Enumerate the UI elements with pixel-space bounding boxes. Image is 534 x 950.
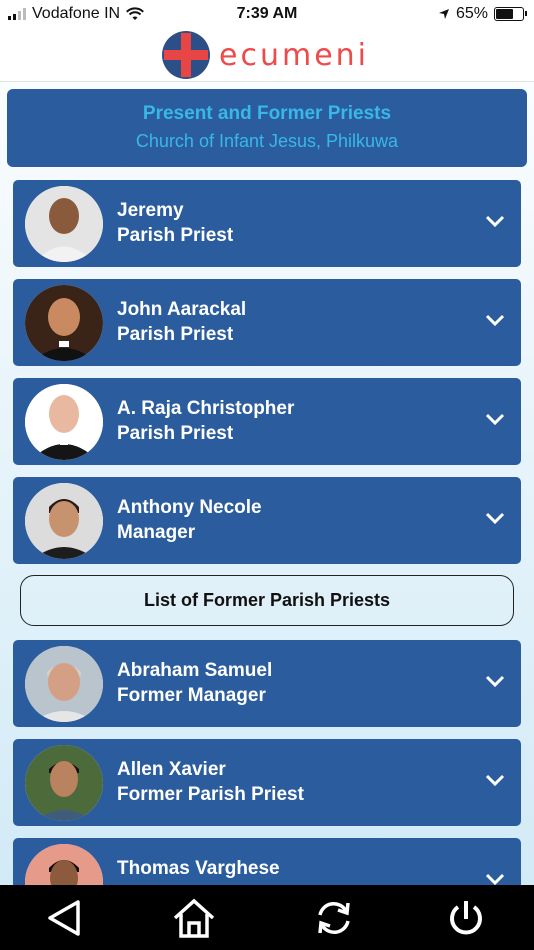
priest-role: Former Manager	[117, 685, 266, 706]
back-button[interactable]	[40, 895, 88, 941]
chevron-down-icon[interactable]	[485, 512, 505, 524]
priest-name: Anthony Necole	[117, 497, 262, 518]
brand-name: ecumeni	[219, 37, 369, 73]
priest-card[interactable]: John Aarackal Parish Priest	[13, 279, 521, 366]
priest-name: Jeremy	[117, 200, 184, 221]
chevron-down-icon[interactable]	[485, 314, 505, 326]
priest-name: Allen Xavier	[117, 759, 226, 780]
chevron-down-icon[interactable]	[485, 413, 505, 425]
location-arrow-icon	[438, 9, 449, 19]
chevron-down-icon[interactable]	[485, 675, 505, 687]
priest-name: Abraham Samuel	[117, 660, 273, 681]
priest-card[interactable]: A. Raja Christopher Parish Priest	[13, 378, 521, 465]
former-priests-button[interactable]: List of Former Parish Priests	[20, 575, 514, 626]
banner-title: Present and Former Priests	[142, 103, 392, 124]
refresh-button[interactable]	[310, 895, 358, 941]
battery-percent: 65%	[455, 5, 488, 22]
refresh-icon	[318, 902, 350, 934]
priest-role: Manager	[117, 522, 196, 543]
priest-card[interactable]: Jeremy Parish Priest	[13, 180, 521, 267]
home-button[interactable]	[170, 895, 218, 941]
former-priest-card[interactable]: Allen Xavier Former Parish Priest	[13, 739, 521, 826]
app-header: ecumeni	[0, 28, 534, 82]
bottom-nav	[0, 885, 534, 950]
chevron-down-icon[interactable]	[485, 873, 505, 885]
avatar	[25, 186, 103, 262]
battery-icon	[494, 7, 527, 21]
chevron-down-icon[interactable]	[485, 215, 505, 227]
priest-name: Thomas Varghese	[117, 858, 280, 879]
chevron-down-icon[interactable]	[485, 774, 505, 786]
avatar	[25, 384, 103, 460]
avatar	[25, 285, 103, 361]
avatar	[25, 646, 103, 722]
priest-role: Parish Priest	[117, 225, 234, 246]
priest-role: Parish Priest	[117, 324, 234, 345]
priest-name: John Aarackal	[117, 299, 247, 320]
home-icon	[173, 898, 215, 938]
priest-name: A. Raja Christopher	[117, 398, 295, 419]
back-icon	[48, 900, 80, 936]
avatar	[25, 745, 103, 821]
banner-subtitle: Church of Infant Jesus, Philkuwa	[135, 131, 399, 151]
priest-card[interactable]: Anthony Necole Manager	[13, 477, 521, 564]
avatar	[25, 483, 103, 559]
power-button[interactable]	[442, 895, 490, 941]
former-priest-card[interactable]: Abraham Samuel Former Manager	[13, 640, 521, 727]
status-bar: Vodafone IN 7:39 AM 65%	[0, 0, 534, 28]
title-banner: Present and Former Priests Church of Inf…	[7, 89, 527, 167]
priest-role: Parish Priest	[117, 423, 234, 444]
priest-role: Former Parish Priest	[117, 784, 304, 805]
power-icon	[450, 901, 482, 935]
cross-logo-icon	[162, 31, 210, 79]
ecumeni-logo: ecumeni	[161, 30, 369, 80]
